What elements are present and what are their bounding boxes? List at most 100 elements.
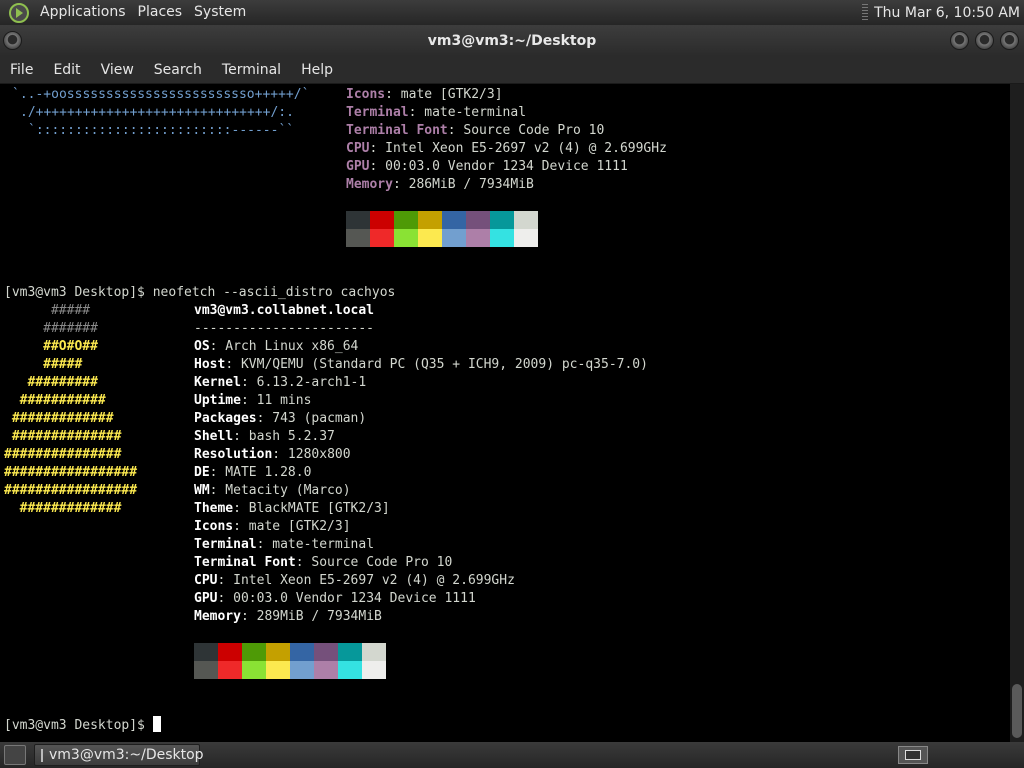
menu-view[interactable]: View (91, 56, 144, 84)
workspace-1[interactable] (905, 750, 921, 760)
info-key: Memory (346, 177, 393, 192)
places-menu[interactable]: Places (132, 0, 189, 25)
palette-swatch-dark (290, 643, 314, 661)
command-line: [vm3@vm3 Desktop]$ neofetch --ascii_dist… (4, 284, 395, 302)
maximize-button[interactable] (975, 31, 994, 50)
close-button[interactable] (1000, 31, 1019, 50)
info-key: Shell (194, 429, 234, 444)
info-value: : 289MiB / 7934MiB (240, 609, 382, 624)
info-value: : mate-terminal (256, 537, 375, 552)
taskbar-window-button[interactable]: vm3@vm3:~/Desktop (34, 744, 204, 766)
mate-logo-icon[interactable] (8, 2, 30, 24)
info-row: DE: MATE 1.28.0 (194, 464, 311, 482)
panel-drag-handle[interactable] (862, 3, 869, 22)
text-cursor (152, 716, 161, 732)
info-key: Icons (194, 519, 234, 534)
palette-swatch-dark (442, 211, 466, 229)
palette-swatch-dark (466, 211, 490, 229)
info-row: Uptime: 11 mins (194, 392, 311, 410)
terminal-menubar: File Edit View Search Terminal Help (0, 56, 1024, 84)
ascii-art-line: `..-+oossssssssssssssssssssssso+++++/` (12, 87, 310, 102)
info-key: Memory (194, 609, 241, 624)
info-row: Host: KVM/QEMU (Standard PC (Q35 + ICH9,… (194, 356, 648, 374)
ascii-art-line: ####### (4, 321, 98, 336)
minimize-button[interactable] (950, 31, 969, 50)
terminal-area[interactable]: `..-+oossssssssssssssssssssssso+++++/` .… (0, 84, 1010, 742)
info-key: Terminal Font (346, 123, 448, 138)
info-key: Icons (346, 87, 386, 102)
terminal-scrollbar[interactable] (1010, 84, 1024, 742)
info-key: Terminal (346, 105, 409, 120)
info-value: : mate [GTK2/3] (385, 87, 503, 102)
ascii-art-line: ############### (4, 447, 122, 462)
info-value: : 11 mins (240, 393, 312, 408)
palette-swatch-bright (194, 661, 218, 679)
palette-swatch-bright (442, 229, 466, 247)
palette-swatch-dark (218, 643, 242, 661)
info-value: : 00:03.0 Vendor 1234 Device 1111 (217, 591, 476, 606)
system-menu[interactable]: System (188, 0, 252, 25)
ascii-art-line: ########### (4, 393, 106, 408)
info-key: Kernel (194, 375, 241, 390)
palette-swatch-dark (514, 211, 538, 229)
info-row: Theme: BlackMATE [GTK2/3] (194, 500, 390, 518)
palette-swatch-bright (394, 229, 418, 247)
menu-help[interactable]: Help (291, 56, 343, 84)
info-row: Shell: bash 5.2.37 (194, 428, 335, 446)
info-value: : Intel Xeon E5-2697 v2 (4) @ 2.699GHz (217, 573, 515, 588)
info-value: : bash 5.2.37 (233, 429, 335, 444)
info-value: : 743 (pacman) (256, 411, 367, 426)
show-desktop-icon[interactable] (4, 745, 26, 765)
menu-terminal[interactable]: Terminal (212, 56, 291, 84)
top-info-row: Terminal Font: Source Code Pro 10 (346, 122, 604, 140)
palette-swatch-dark (490, 211, 514, 229)
taskbar-window-label: vm3@vm3:~/Desktop (49, 747, 204, 763)
info-value: : mate [GTK2/3] (233, 519, 351, 534)
info-key: OS (194, 339, 210, 354)
info-value: : Arch Linux x86_64 (209, 339, 359, 354)
scrollbar-thumb[interactable] (1012, 684, 1022, 738)
prompt: [vm3@vm3 Desktop]$ (4, 718, 153, 733)
palette-swatch-bright (490, 229, 514, 247)
ascii-art-line: `:::::::::::::::::::::::::------`` (28, 123, 295, 138)
info-row: GPU: 00:03.0 Vendor 1234 Device 1111 (194, 590, 476, 608)
ascii-art-line: ######### (4, 375, 98, 390)
palette-swatch-bright (218, 661, 242, 679)
workspace-switcher[interactable] (898, 746, 928, 764)
palette-swatch-bright (314, 661, 338, 679)
palette-swatch-bright (370, 229, 394, 247)
palette-swatch-dark (362, 643, 386, 661)
menu-file[interactable]: File (0, 56, 43, 84)
info-value: : 286MiB / 7934MiB (392, 177, 534, 192)
clock[interactable]: Thu Mar 6, 10:50 AM (874, 5, 1024, 21)
ascii-art-line: ################# (4, 465, 138, 480)
palette-swatch-bright (338, 661, 362, 679)
info-key: Terminal (194, 537, 257, 552)
menu-search[interactable]: Search (144, 56, 212, 84)
palette-swatch-dark (370, 211, 394, 229)
palette-swatch-dark (394, 211, 418, 229)
ascii-art-line: ##### (4, 357, 83, 372)
color-palette (194, 643, 386, 679)
current-prompt-line[interactable]: [vm3@vm3 Desktop]$ (4, 716, 161, 734)
info-key: Host (194, 357, 226, 372)
info-row: WM: Metacity (Marco) (194, 482, 351, 500)
info-key: Theme (194, 501, 234, 516)
applications-menu[interactable]: Applications (34, 0, 132, 25)
palette-swatch-dark (266, 643, 290, 661)
ascii-art-line: ./++++++++++++++++++++++++++++++/:. (20, 105, 294, 120)
ascii-art-line: ################# (4, 483, 138, 498)
palette-swatch-dark (194, 643, 218, 661)
window-menu-button[interactable] (3, 31, 22, 50)
prompt: [vm3@vm3 Desktop]$ (4, 285, 153, 300)
palette-swatch-dark (346, 211, 370, 229)
menu-edit[interactable]: Edit (43, 56, 90, 84)
palette-swatch-bright (290, 661, 314, 679)
info-key: Terminal Font (194, 555, 296, 570)
window-titlebar[interactable]: vm3@vm3:~/Desktop (0, 25, 1024, 56)
info-value: : KVM/QEMU (Standard PC (Q35 + ICH9, 200… (225, 357, 648, 372)
info-value: : mate-terminal (408, 105, 527, 120)
bottom-panel: vm3@vm3:~/Desktop (0, 742, 1024, 768)
separator-line: ----------------------- (194, 321, 375, 336)
palette-swatch-dark (418, 211, 442, 229)
